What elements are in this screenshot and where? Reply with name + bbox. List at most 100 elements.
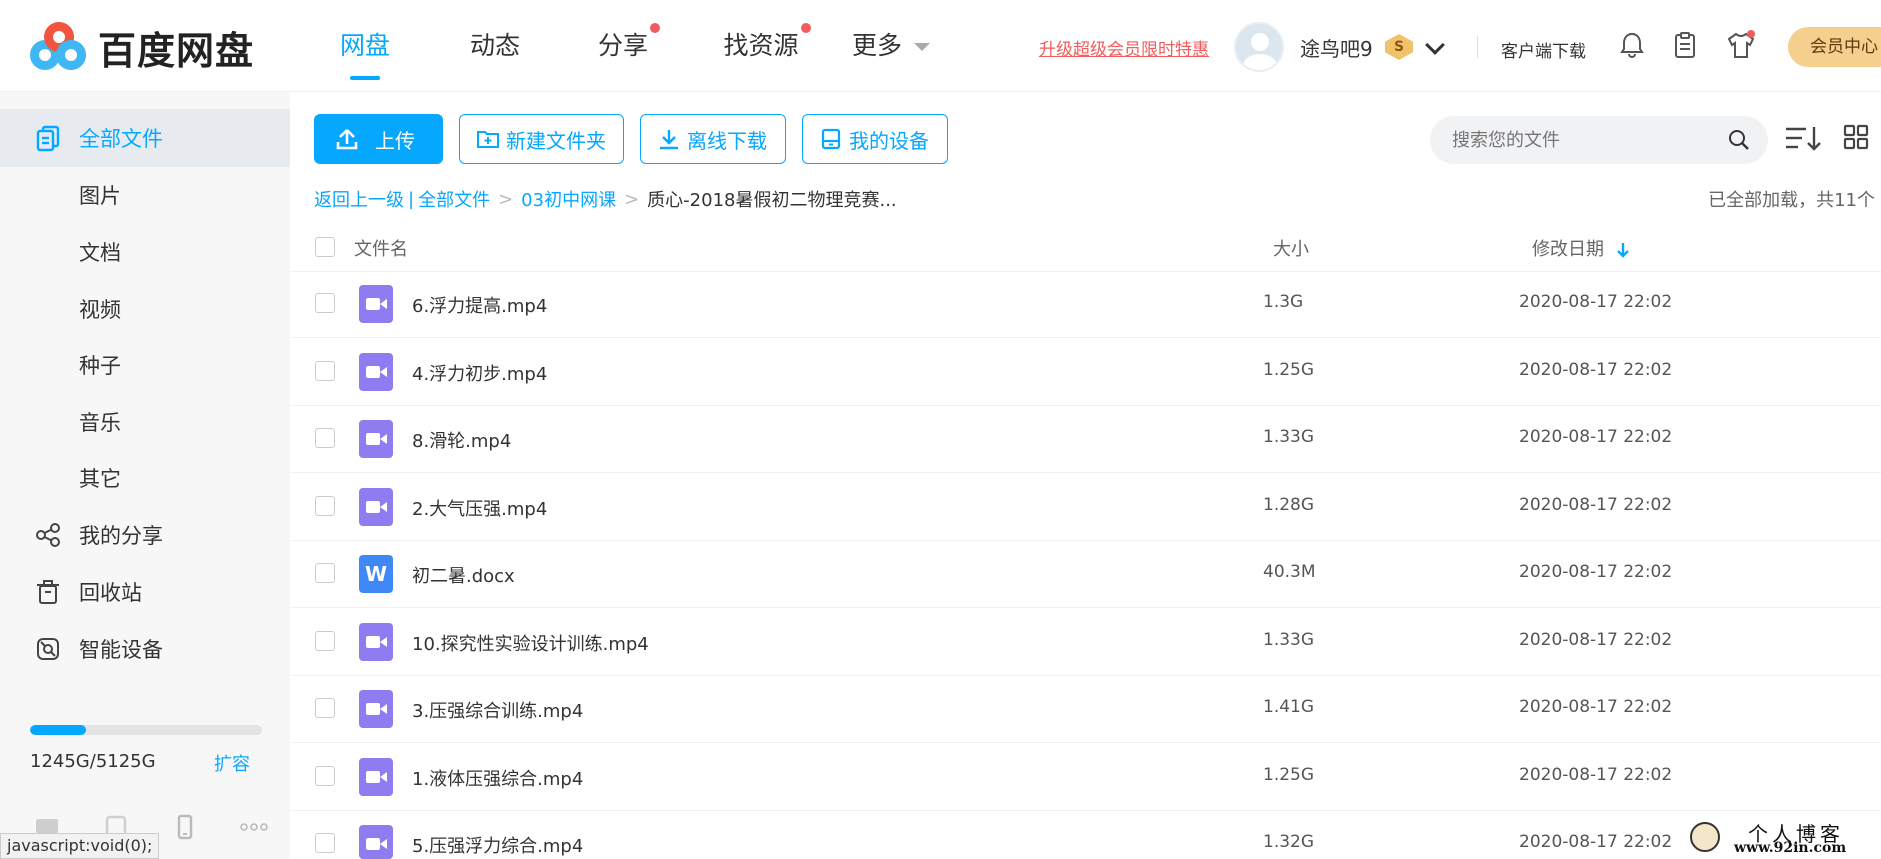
row-checkbox[interactable] bbox=[315, 766, 335, 786]
load-status-text: 已全部加载，共11个 bbox=[1708, 190, 1875, 211]
file-name[interactable]: 5.压强浮力综合.mp4 bbox=[412, 832, 583, 858]
file-name[interactable]: 初二暑.docx bbox=[412, 562, 515, 588]
chevron-down-icon[interactable] bbox=[1425, 35, 1445, 55]
sidebar-item-smart-devices[interactable]: 智能设备 bbox=[0, 620, 290, 678]
breadcrumb-back[interactable]: 返回上一级 bbox=[314, 186, 404, 212]
file-date: 2020-08-17 22:02 bbox=[1519, 832, 1673, 852]
file-date: 2020-08-17 22:02 bbox=[1519, 765, 1673, 785]
table-row[interactable]: 5.压强浮力综合.mp4 1.32G 2020-08-17 22:02 bbox=[290, 810, 1881, 859]
upload-button[interactable]: 上传 bbox=[314, 114, 443, 164]
nav-more[interactable]: 更多 bbox=[836, 0, 946, 92]
file-name[interactable]: 3.压强综合训练.mp4 bbox=[412, 697, 583, 723]
file-size: 1.33G bbox=[1263, 630, 1315, 650]
more-dots-icon[interactable] bbox=[240, 814, 268, 840]
expand-storage-link[interactable]: 扩容 bbox=[214, 750, 250, 776]
vip-promo-link[interactable]: 升级超级会员限时特惠 bbox=[1039, 35, 1209, 60]
row-checkbox[interactable] bbox=[315, 698, 335, 718]
select-all-checkbox[interactable] bbox=[315, 237, 335, 257]
sidebar-item-recycle-bin[interactable]: 回收站 bbox=[0, 563, 290, 621]
breadcrumb-all-files[interactable]: 全部文件 bbox=[418, 186, 490, 212]
file-name[interactable]: 8.滑轮.mp4 bbox=[412, 427, 511, 453]
file-name[interactable]: 10.探究性实验设计训练.mp4 bbox=[412, 630, 649, 656]
sidebar-item-all-files[interactable]: 全部文件 bbox=[0, 109, 290, 167]
row-checkbox[interactable] bbox=[315, 833, 335, 853]
file-name[interactable]: 1.液体压强综合.mp4 bbox=[412, 765, 583, 791]
vip-badge-icon: S bbox=[1385, 34, 1413, 60]
nav-find-resources[interactable]: 找资源 bbox=[686, 0, 836, 92]
sidebar-item-my-share[interactable]: 我的分享 bbox=[0, 506, 290, 564]
nav-netdisk[interactable]: 网盘 bbox=[300, 0, 430, 92]
row-checkbox[interactable] bbox=[315, 428, 335, 448]
file-name[interactable]: 6.浮力提高.mp4 bbox=[412, 292, 547, 318]
column-header-date[interactable]: 修改日期 bbox=[1532, 235, 1630, 261]
file-size: 1.25G bbox=[1263, 360, 1315, 380]
sidebar-item-label: 图片 bbox=[79, 184, 121, 208]
row-checkbox[interactable] bbox=[315, 563, 335, 583]
sidebar-item-documents[interactable]: 文档 bbox=[0, 223, 290, 281]
sort-icon[interactable] bbox=[1784, 124, 1822, 154]
breadcrumb-divider: | bbox=[408, 188, 415, 210]
table-row[interactable]: 2.大气压强.mp4 1.28G 2020-08-17 22:02 bbox=[290, 473, 1881, 541]
offline-download-button[interactable]: 离线下载 bbox=[640, 114, 786, 164]
row-checkbox[interactable] bbox=[315, 293, 335, 313]
username[interactable]: 途鸟吧9 bbox=[1300, 33, 1373, 62]
storage-progress-fill bbox=[30, 725, 87, 735]
sidebar-item-label: 全部文件 bbox=[79, 127, 163, 151]
breadcrumb-level1[interactable]: 03初中网课 bbox=[521, 186, 616, 212]
phone-icon[interactable] bbox=[172, 814, 198, 840]
offline-download-label: 离线下载 bbox=[687, 128, 767, 153]
file-date: 2020-08-17 22:02 bbox=[1519, 292, 1673, 312]
row-checkbox[interactable] bbox=[315, 631, 335, 651]
cartoon-face-icon bbox=[1690, 822, 1720, 852]
sidebar-item-images[interactable]: 图片 bbox=[0, 166, 290, 224]
breadcrumb-current: 质心-2018暑假初二物理竞赛... bbox=[647, 190, 897, 211]
nav-activity[interactable]: 动态 bbox=[430, 0, 560, 92]
column-header-size[interactable]: 大小 bbox=[1273, 235, 1309, 261]
my-device-label: 我的设备 bbox=[849, 128, 929, 153]
video-file-icon bbox=[359, 353, 393, 391]
device-box-icon bbox=[821, 128, 841, 150]
table-row[interactable]: W 初二暑.docx 40.3M 2020-08-17 22:02 bbox=[290, 540, 1881, 608]
sidebar-item-videos[interactable]: 视频 bbox=[0, 280, 290, 338]
new-folder-button[interactable]: 新建文件夹 bbox=[459, 114, 624, 164]
column-header-name[interactable]: 文件名 bbox=[354, 235, 408, 261]
row-checkbox[interactable] bbox=[315, 361, 335, 381]
file-size: 1.33G bbox=[1263, 427, 1315, 447]
vip-center-button[interactable]: 会员中心 bbox=[1788, 27, 1881, 67]
table-row[interactable]: 4.浮力初步.mp4 1.25G 2020-08-17 22:02 bbox=[290, 338, 1881, 406]
client-download-link[interactable]: 客户端下载 bbox=[1501, 37, 1586, 62]
file-size: 40.3M bbox=[1263, 562, 1316, 582]
file-name[interactable]: 4.浮力初步.mp4 bbox=[412, 360, 547, 386]
bell-icon[interactable] bbox=[1617, 30, 1647, 60]
search-icon[interactable] bbox=[1728, 129, 1750, 151]
clipboard-icon[interactable] bbox=[1670, 30, 1700, 60]
video-file-icon bbox=[359, 285, 393, 323]
tshirt-icon[interactable] bbox=[1726, 30, 1756, 60]
row-checkbox[interactable] bbox=[315, 496, 335, 516]
table-row[interactable]: 8.滑轮.mp4 1.33G 2020-08-17 22:02 bbox=[290, 405, 1881, 473]
main-nav: 网盘 动态 分享 找资源 更多 bbox=[318, 0, 946, 92]
table-row[interactable]: 6.浮力提高.mp4 1.3G 2020-08-17 22:02 bbox=[290, 270, 1881, 338]
video-file-icon bbox=[359, 758, 393, 796]
sidebar-item-other[interactable]: 其它 bbox=[0, 449, 290, 507]
sidebar-item-torrents[interactable]: 种子 bbox=[0, 336, 290, 394]
upload-icon bbox=[336, 129, 358, 150]
sidebar-item-music[interactable]: 音乐 bbox=[0, 393, 290, 451]
nav-share[interactable]: 分享 bbox=[560, 0, 686, 92]
table-row[interactable]: 10.探究性实验设计训练.mp4 1.33G 2020-08-17 22:02 bbox=[290, 608, 1881, 676]
video-file-icon bbox=[359, 825, 393, 859]
table-row[interactable]: 3.压强综合训练.mp4 1.41G 2020-08-17 22:02 bbox=[290, 675, 1881, 743]
grid-view-icon[interactable] bbox=[1843, 124, 1869, 150]
file-size: 1.3G bbox=[1263, 292, 1304, 312]
nav-find-resources-label: 找资源 bbox=[723, 31, 799, 60]
sidebar-item-label: 视频 bbox=[79, 298, 121, 322]
file-name[interactable]: 2.大气压强.mp4 bbox=[412, 495, 547, 521]
sidebar-item-label: 其它 bbox=[79, 467, 121, 491]
search-input[interactable] bbox=[1452, 116, 1722, 164]
logo[interactable]: 百度网盘 bbox=[28, 20, 254, 75]
video-file-icon bbox=[359, 420, 393, 458]
table-row[interactable]: 1.液体压强综合.mp4 1.25G 2020-08-17 22:02 bbox=[290, 743, 1881, 811]
avatar[interactable] bbox=[1234, 22, 1284, 72]
breadcrumb-separator: > bbox=[624, 188, 640, 210]
my-device-button[interactable]: 我的设备 bbox=[802, 114, 948, 164]
